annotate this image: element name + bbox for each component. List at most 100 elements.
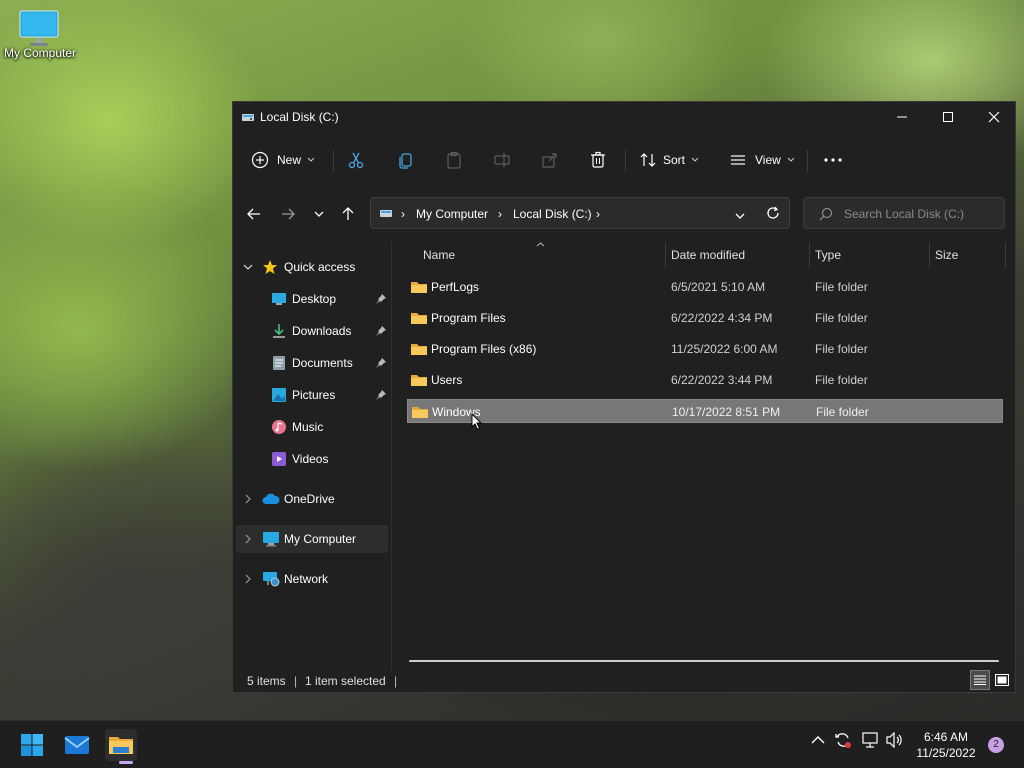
network-status-button[interactable]	[861, 731, 879, 752]
file-name: Program Files	[431, 311, 506, 325]
sort-button[interactable]: Sort	[639, 144, 703, 176]
column-header-date[interactable]: Date modified	[671, 248, 809, 274]
sidebar-item-videos[interactable]: Videos	[233, 445, 391, 473]
sidebar-item-downloads[interactable]: Downloads	[233, 317, 391, 345]
delete-button[interactable]	[589, 144, 611, 176]
minimize-icon	[897, 116, 907, 118]
file-name: PerfLogs	[431, 280, 480, 294]
file-explorer-window: Local Disk (C:) New Sort View › My Compu…	[232, 101, 1016, 693]
copy-button[interactable]	[397, 144, 419, 176]
column-divider[interactable]	[1005, 242, 1006, 268]
share-icon	[542, 153, 557, 168]
file-type: File folder	[815, 342, 868, 356]
sidebar-item-music[interactable]: Music	[233, 413, 391, 441]
pictures-icon	[272, 388, 286, 402]
view-button[interactable]: View	[729, 144, 795, 176]
paste-icon	[447, 151, 461, 169]
horizontal-scrollbar[interactable]	[409, 660, 999, 662]
sidebar-item-desktop[interactable]: Desktop	[233, 285, 391, 313]
sidebar-item-pictures[interactable]: Pictures	[233, 381, 391, 409]
large-icons-view-button[interactable]	[992, 670, 1012, 690]
up-button[interactable]	[334, 200, 362, 228]
sidebar-item-onedrive[interactable]: OneDrive	[233, 485, 391, 513]
drive-icon	[379, 206, 393, 223]
rename-button[interactable]	[493, 144, 515, 176]
arrow-up-icon	[342, 207, 354, 220]
folder-icon	[411, 282, 427, 293]
column-header-size[interactable]: Size	[935, 248, 1005, 274]
sidebar-item-documents[interactable]: Documents	[233, 349, 391, 377]
chevron-down-icon	[307, 157, 315, 162]
address-bar[interactable]: › My Computer › Local Disk (C:) ›	[370, 197, 790, 229]
table-row-selected[interactable]: Windows 10/17/2022 8:51 PM File folder	[407, 399, 1003, 423]
pin-icon	[376, 294, 386, 304]
recent-locations-button[interactable]	[305, 200, 333, 228]
sidebar-item-label: Music	[292, 420, 324, 434]
address-history-button[interactable]	[735, 210, 745, 224]
sidebar-item-label: Documents	[292, 356, 353, 370]
file-explorer-taskbar-button[interactable]	[105, 729, 137, 764]
breadcrumb-my-computer[interactable]: My Computer	[416, 207, 488, 221]
details-view-button[interactable]	[970, 670, 990, 690]
maximize-button[interactable]	[925, 102, 971, 132]
paste-button[interactable]	[445, 144, 467, 176]
forward-button[interactable]	[274, 200, 302, 228]
close-button[interactable]	[971, 102, 1017, 132]
minimize-button[interactable]	[879, 102, 925, 132]
file-type: File folder	[815, 311, 868, 325]
add-icon	[251, 151, 269, 169]
drive-icon	[241, 110, 255, 127]
share-button[interactable]	[541, 144, 563, 176]
notification-badge[interactable]: 2	[988, 737, 1004, 753]
back-button[interactable]	[240, 200, 268, 228]
table-row[interactable]: PerfLogs 6/5/2021 5:10 AM File folder	[407, 275, 1003, 299]
sidebar-item-my-computer[interactable]: My Computer	[236, 525, 388, 553]
column-header-type[interactable]: Type	[815, 248, 927, 274]
sync-icon	[835, 733, 851, 748]
table-row[interactable]: Users 6/22/2022 3:44 PM File folder	[407, 368, 1003, 392]
clock[interactable]: 6:46 AM 11/25/2022	[906, 729, 986, 761]
sidebar-item-network[interactable]: Network	[233, 565, 391, 593]
sidebar-item-label: Quick access	[284, 260, 356, 274]
pane-divider[interactable]	[391, 242, 392, 670]
column-header-label: Size	[935, 248, 959, 262]
title-bar[interactable]: Local Disk (C:)	[233, 102, 1015, 132]
copy-icon	[399, 153, 412, 169]
breadcrumb-separator-icon: ›	[596, 207, 600, 221]
search-input[interactable]: Search Local Disk (C:)	[803, 197, 1005, 229]
breadcrumb-separator-icon: ›	[401, 207, 405, 221]
show-hidden-icons-button[interactable]	[811, 734, 825, 748]
sort-label: Sort	[663, 153, 686, 167]
chevron-up-icon	[811, 736, 825, 744]
chevron-down-icon	[691, 157, 699, 162]
sidebar-item-label: Desktop	[292, 292, 337, 306]
table-row[interactable]: Program Files 6/22/2022 4:34 PM File fol…	[407, 306, 1003, 330]
desktop-icon-my-computer[interactable]: My Computer	[4, 10, 76, 60]
chevron-down-icon	[243, 264, 253, 270]
column-divider[interactable]	[929, 242, 930, 268]
start-button[interactable]	[16, 729, 48, 761]
search-icon	[819, 207, 833, 224]
table-row[interactable]: Program Files (x86) 11/25/2022 6:00 AM F…	[407, 337, 1003, 361]
mail-app-button[interactable]	[61, 729, 93, 761]
column-header-name[interactable]: Name	[423, 248, 663, 274]
refresh-button[interactable]	[766, 206, 780, 223]
folder-icon	[411, 375, 427, 386]
network-icon	[263, 572, 280, 587]
sidebar-item-quick-access[interactable]: Quick access	[233, 253, 391, 281]
file-explorer-icon	[109, 737, 133, 754]
folder-icon	[411, 344, 427, 355]
file-date: 10/17/2022 8:51 PM	[672, 405, 781, 419]
volume-icon	[886, 731, 902, 749]
volume-button[interactable]	[886, 731, 904, 751]
more-options-button[interactable]	[823, 144, 845, 176]
more-icon	[824, 158, 842, 162]
breadcrumb-local-disk[interactable]: Local Disk (C:)	[513, 207, 592, 221]
column-divider[interactable]	[665, 242, 666, 268]
column-divider[interactable]	[809, 242, 810, 268]
arrow-right-icon	[282, 208, 295, 220]
new-button[interactable]: New	[251, 144, 317, 176]
delete-icon	[591, 151, 605, 168]
cut-button[interactable]	[347, 144, 369, 176]
sync-status-button[interactable]	[834, 731, 852, 752]
